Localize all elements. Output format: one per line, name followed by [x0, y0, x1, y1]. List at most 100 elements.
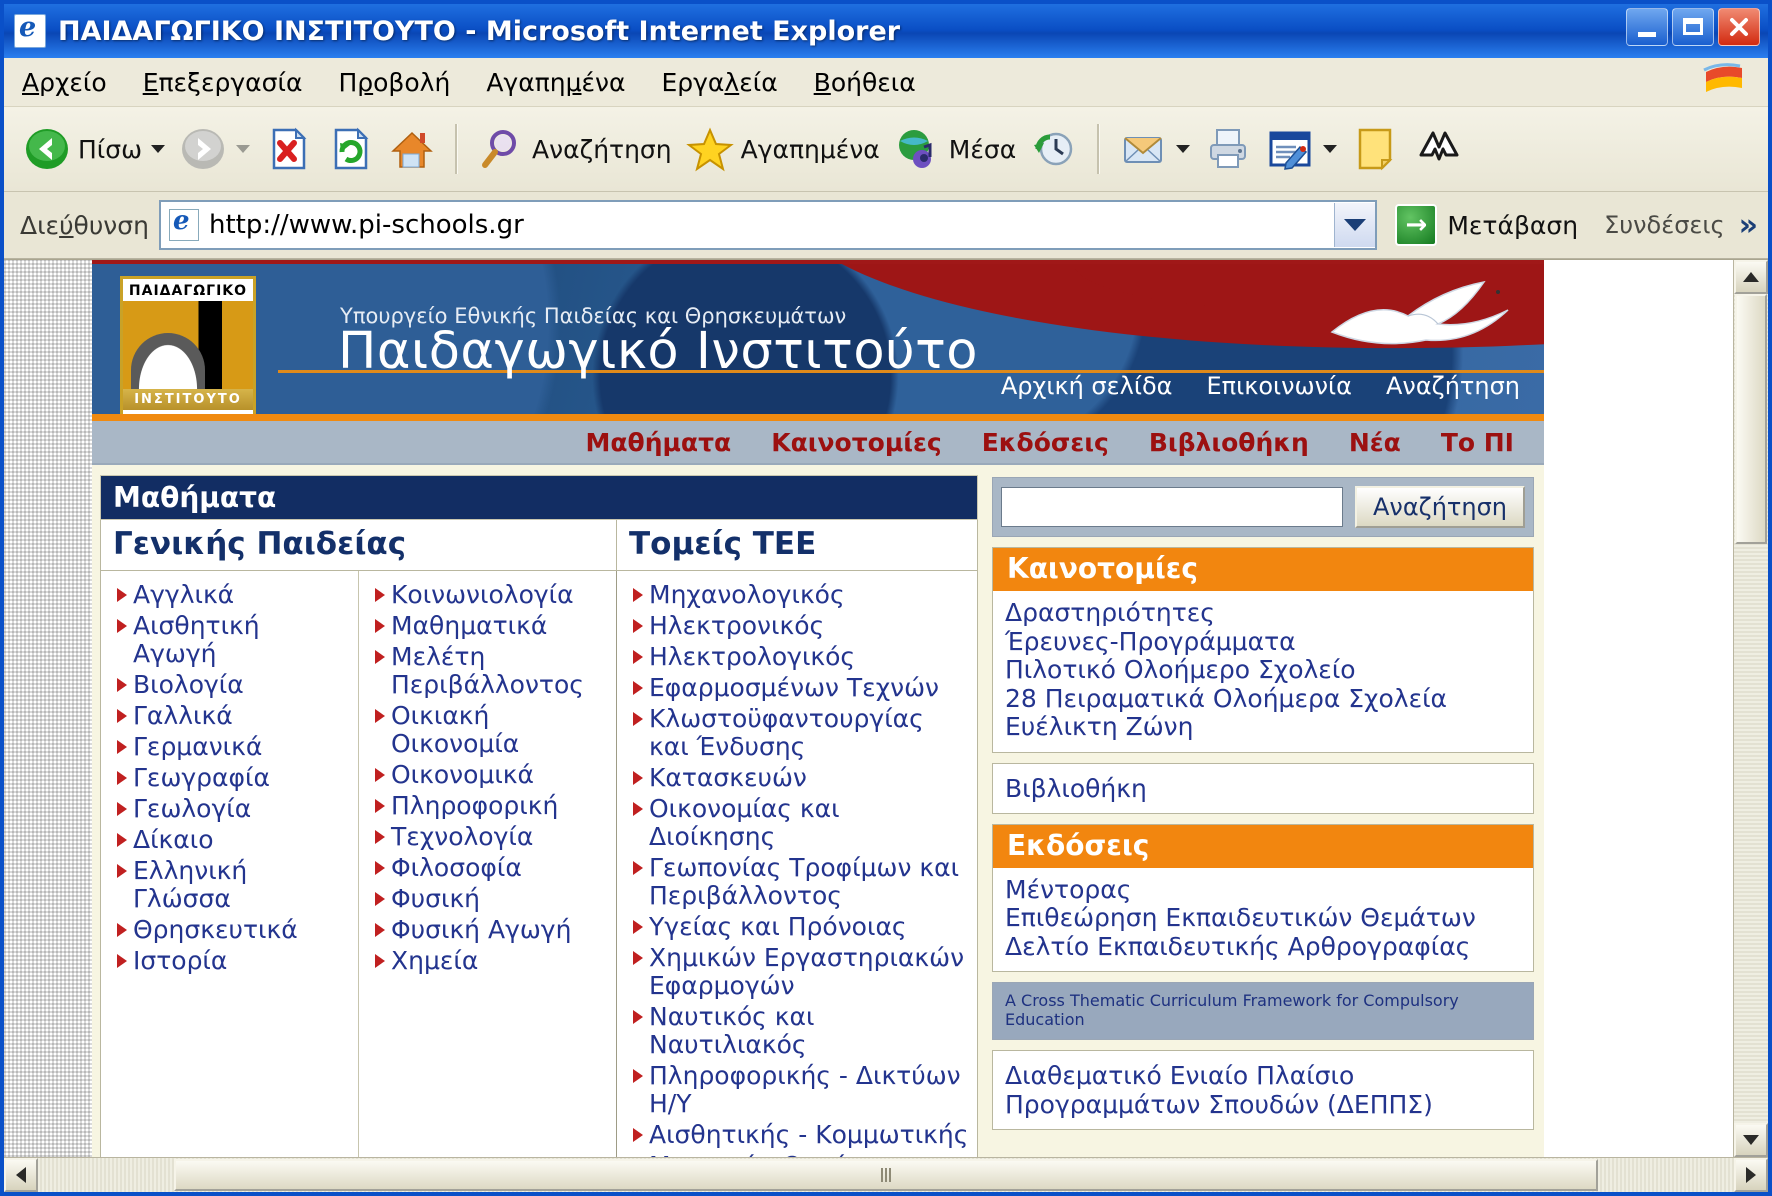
- topnav-item-home[interactable]: Αρχική σελίδα: [1001, 372, 1173, 400]
- back-history-chevron-down-icon[interactable]: [151, 145, 166, 153]
- topnav-item-contact[interactable]: Επικοινωνία: [1206, 372, 1352, 400]
- list-item[interactable]: Ναυτικός και Ναυτιλιακός: [631, 1003, 969, 1059]
- list-item[interactable]: Πληροφορικής - Δικτύων Η/Υ: [631, 1062, 969, 1118]
- nav-item-innovations[interactable]: Καινοτομίες: [771, 428, 942, 457]
- messenger-button[interactable]: [1406, 117, 1468, 181]
- deppa-box[interactable]: Διαθεματικό Ενιαίο Πλαίσιο Προγραμμάτων …: [992, 1050, 1534, 1130]
- innovations-link-28-schools[interactable]: 28 Πειραματικά Ολοήμερα Σχολεία: [1005, 684, 1521, 714]
- address-input[interactable]: http://www.pi-schools.gr: [158, 200, 1378, 250]
- edit-chevron-down-icon[interactable]: [1323, 145, 1338, 153]
- forward-history-chevron-down-icon[interactable]: [236, 145, 251, 153]
- menu-item-favorites[interactable]: Αγαπημένα: [486, 68, 625, 97]
- notes-button[interactable]: [1344, 117, 1406, 181]
- maximize-button[interactable]: [1672, 8, 1714, 46]
- list-item[interactable]: Γεωλογία: [115, 795, 350, 823]
- menu-item-help[interactable]: Βοήθεια: [814, 68, 916, 97]
- refresh-button[interactable]: [319, 117, 381, 181]
- list-item[interactable]: Αισθητικής - Κομμωτικής: [631, 1121, 969, 1149]
- nav-item-about[interactable]: Το ΠΙ: [1441, 428, 1514, 457]
- innovations-link-research[interactable]: Έρευνες-Προγράμματα: [1005, 627, 1521, 657]
- list-item[interactable]: Ιστορία: [115, 947, 350, 975]
- search-button[interactable]: Αναζήτηση: [470, 117, 679, 181]
- list-item[interactable]: Οικονομικά: [373, 761, 608, 789]
- scroll-up-button[interactable]: [1734, 260, 1768, 294]
- list-item[interactable]: Υγείας και Πρόνοιας: [631, 913, 969, 941]
- go-button[interactable]: → Μετάβαση: [1387, 204, 1586, 246]
- list-item[interactable]: Μαθηματικά: [373, 612, 608, 640]
- horizontal-scroll-thumb[interactable]: [173, 1159, 1599, 1191]
- list-item[interactable]: Κοινωνιολογία: [373, 581, 608, 609]
- cross-thematic-framework-box[interactable]: A Cross Thematic Curriculum Framework fo…: [992, 982, 1534, 1040]
- history-button[interactable]: [1023, 117, 1085, 181]
- stop-button[interactable]: [257, 117, 319, 181]
- address-dropdown-button[interactable]: [1334, 203, 1376, 247]
- list-item[interactable]: Φυσική Αγωγή: [373, 916, 608, 944]
- media-button[interactable]: Μέσα: [887, 117, 1023, 181]
- vertical-scroll-thumb[interactable]: [1735, 294, 1767, 544]
- scroll-left-button[interactable]: [4, 1158, 38, 1192]
- scroll-down-button[interactable]: [1734, 1123, 1768, 1157]
- list-item[interactable]: Πληροφορική: [373, 792, 608, 820]
- list-item[interactable]: Χημεία: [373, 947, 608, 975]
- list-item[interactable]: Μηχανολογικός: [631, 581, 969, 609]
- edit-button[interactable]: [1259, 117, 1344, 181]
- close-button[interactable]: [1718, 8, 1760, 46]
- innovations-link-activities[interactable]: Δραστηριότητες: [1005, 598, 1521, 628]
- list-item[interactable]: Μουσικών Οργάνων: [631, 1152, 969, 1158]
- scroll-right-button[interactable]: [1734, 1158, 1768, 1192]
- search-input[interactable]: [1001, 487, 1343, 527]
- innovations-link-flexible-zone[interactable]: Ευέλικτη Ζώνη: [1005, 712, 1521, 742]
- menu-item-view[interactable]: Προβολή: [338, 68, 450, 97]
- list-item[interactable]: Ηλεκτρολογικός: [631, 643, 969, 671]
- topnav-item-search[interactable]: Αναζήτηση: [1386, 372, 1520, 400]
- horizontal-scrollbar[interactable]: [4, 1157, 1768, 1192]
- print-button[interactable]: [1197, 117, 1259, 181]
- menu-item-file[interactable]: Αρχείο: [22, 68, 107, 97]
- nav-item-news[interactable]: Νέα: [1349, 428, 1401, 457]
- vertical-scrollbar[interactable]: [1733, 260, 1768, 1157]
- minimize-button[interactable]: [1626, 8, 1668, 46]
- site-search-button[interactable]: Αναζήτηση: [1355, 486, 1525, 528]
- publications-link-review[interactable]: Επιθεώρηση Εκπαιδευτικών Θεμάτων: [1005, 903, 1521, 933]
- nav-item-courses[interactable]: Μαθήματα: [585, 428, 731, 457]
- list-item[interactable]: Γεωγραφία: [115, 764, 350, 792]
- back-button[interactable]: Πίσω: [16, 117, 172, 181]
- forward-button[interactable]: [172, 117, 257, 181]
- mail-button[interactable]: [1112, 117, 1197, 181]
- toolbar-overflow-chevron-icon[interactable]: »: [1739, 208, 1758, 243]
- home-button[interactable]: [381, 117, 443, 181]
- list-item[interactable]: Γεωπονίας Τροφίμων και Περιβάλλοντος: [631, 854, 969, 910]
- mail-chevron-down-icon[interactable]: [1176, 145, 1191, 153]
- list-item[interactable]: Βιολογία: [115, 671, 350, 699]
- innovations-link-pilot-school[interactable]: Πιλοτικό Ολοήμερο Σχολείο: [1005, 655, 1521, 685]
- list-item[interactable]: Γερμανικά: [115, 733, 350, 761]
- list-item[interactable]: Ελληνική Γλώσσα: [115, 857, 350, 913]
- list-item[interactable]: Δίκαιο: [115, 826, 350, 854]
- vertical-scroll-track[interactable]: [1734, 294, 1768, 1123]
- publications-link-mentoras[interactable]: Μέντορας: [1005, 875, 1521, 905]
- list-item[interactable]: Τεχνολογία: [373, 823, 608, 851]
- horizontal-scroll-track[interactable]: [38, 1158, 1734, 1192]
- pi-logo[interactable]: ΠΑΙΔΑΓΩΓΙΚΟ ΙΝΣΤΙΤΟΥΤΟ: [120, 276, 256, 414]
- list-item[interactable]: Οικονομίας και Διοίκησης: [631, 795, 969, 851]
- list-item[interactable]: Εφαρμοσμένων Τεχνών: [631, 674, 969, 702]
- library-box[interactable]: Βιβλιοθήκη: [992, 762, 1534, 814]
- list-item[interactable]: Κλωστοϋφαντουργίας και Ένδυσης: [631, 705, 969, 761]
- favorites-button[interactable]: Αγαπημένα: [679, 117, 887, 181]
- list-item[interactable]: Αγγλικά: [115, 581, 350, 609]
- nav-item-publications[interactable]: Εκδόσεις: [982, 428, 1109, 457]
- nav-item-library[interactable]: Βιβλιοθήκη: [1149, 428, 1309, 457]
- menu-item-edit[interactable]: Επεξεργασία: [143, 68, 303, 97]
- list-item[interactable]: Αισθητική Αγωγή: [115, 612, 350, 668]
- publications-link-bulletin[interactable]: Δελτίο Εκπαιδευτικής Αρθρογραφίας: [1005, 932, 1521, 962]
- list-item[interactable]: Γαλλικά: [115, 702, 350, 730]
- list-item[interactable]: Φιλοσοφία: [373, 854, 608, 882]
- links-label[interactable]: Συνδέσεις: [1604, 211, 1725, 239]
- list-item[interactable]: Ηλεκτρονικός: [631, 612, 969, 640]
- list-item[interactable]: Χημικών Εργαστηριακών Εφαρμογών: [631, 944, 969, 1000]
- menu-item-tools[interactable]: Εργαλεία: [661, 68, 777, 97]
- list-item[interactable]: Θρησκευτικά: [115, 916, 350, 944]
- list-item[interactable]: Μελέτη Περιβάλλοντος: [373, 643, 608, 699]
- list-item[interactable]: Κατασκευών: [631, 764, 969, 792]
- list-item[interactable]: Οικιακή Οικονομία: [373, 702, 608, 758]
